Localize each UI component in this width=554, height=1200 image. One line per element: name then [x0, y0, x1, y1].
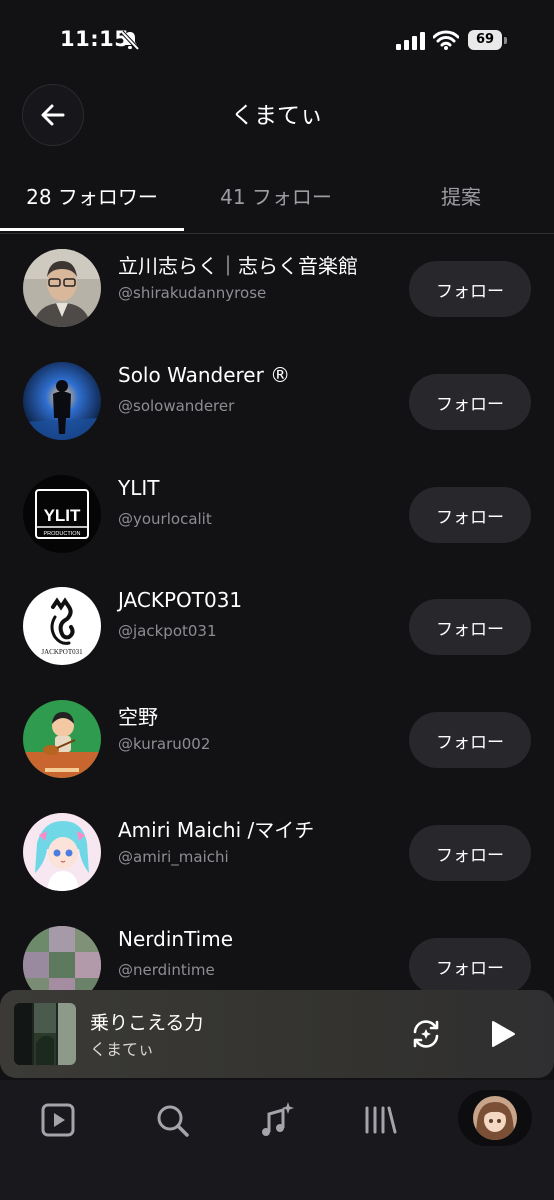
- tab-followers[interactable]: 28 フォロワー: [0, 181, 184, 233]
- avatar: [23, 249, 101, 327]
- user-name: 立川志らく｜志らく音楽館: [118, 254, 358, 278]
- tab-following[interactable]: 41 フォロー: [184, 181, 368, 233]
- avatar: [23, 813, 101, 891]
- wifi-icon: [433, 30, 459, 50]
- tab-suggestions[interactable]: 提案: [368, 181, 554, 233]
- user-name: Solo Wanderer ®: [118, 363, 291, 387]
- list-item[interactable]: JACKPOT031 JACKPOT031 @jackpot031 フォロー: [0, 587, 554, 699]
- list-item[interactable]: YLIT PRODUCTION YLIT @yourlocalit フォロー: [0, 475, 554, 587]
- signal-icon: [396, 32, 425, 50]
- user-handle: @solowanderer: [118, 397, 235, 415]
- user-name: YLIT: [118, 476, 160, 500]
- avatar: JACKPOT031: [23, 587, 101, 665]
- user-handle: @jackpot031: [118, 622, 217, 640]
- battery-level: 69: [468, 30, 502, 50]
- song-artist: くまてぃ: [90, 1040, 155, 1059]
- tab-active-indicator: [0, 228, 184, 231]
- user-name: JACKPOT031: [118, 588, 243, 612]
- follow-button[interactable]: フォロー: [409, 938, 531, 994]
- avatar: [23, 362, 101, 440]
- bell-slash-icon: [120, 30, 140, 51]
- jackpot-logo-text: JACKPOT031: [41, 648, 83, 656]
- play-icon[interactable]: [484, 1016, 520, 1052]
- album-art: [14, 1003, 76, 1065]
- autoplay-icon[interactable]: [408, 1016, 444, 1052]
- follow-button[interactable]: フォロー: [409, 374, 531, 430]
- mini-player[interactable]: 乗りこえる力 くまてぃ: [0, 990, 554, 1078]
- song-title: 乗りこえる力: [90, 1012, 204, 1034]
- user-handle: @kuraru002: [118, 735, 211, 753]
- list-item[interactable]: 空野 @kuraru002 フォロー: [0, 700, 554, 812]
- follow-button[interactable]: フォロー: [409, 261, 531, 317]
- follow-button[interactable]: フォロー: [409, 825, 531, 881]
- follow-button[interactable]: フォロー: [409, 599, 531, 655]
- status-bar: 11:15 69: [0, 0, 554, 80]
- list-item[interactable]: 立川志らく｜志らく音楽館 @shirakudannyrose フォロー: [0, 249, 554, 361]
- create-music-icon[interactable]: [256, 1100, 296, 1140]
- home-play-icon[interactable]: [38, 1100, 78, 1140]
- library-icon[interactable]: [360, 1100, 400, 1140]
- profile-avatar-button[interactable]: [458, 1090, 532, 1146]
- user-handle: @nerdintime: [118, 961, 215, 979]
- list-item[interactable]: Solo Wanderer ® @solowanderer フォロー: [0, 362, 554, 474]
- avatar: [23, 700, 101, 778]
- user-handle: @shirakudannyrose: [118, 284, 267, 302]
- user-name: Amiri Maichi /マイチ: [118, 818, 315, 842]
- page-title: くまてぃ: [231, 103, 323, 129]
- follow-button[interactable]: フォロー: [409, 487, 531, 543]
- list-item[interactable]: Amiri Maichi /マイチ @amiri_maichi フォロー: [0, 813, 554, 925]
- user-handle: @yourlocalit: [118, 510, 212, 528]
- ylit-logo-sub: PRODUCTION: [44, 531, 81, 537]
- avatar: YLIT PRODUCTION: [23, 475, 101, 553]
- avatar: [473, 1096, 517, 1140]
- follow-button[interactable]: フォロー: [409, 712, 531, 768]
- user-name: 空野: [118, 705, 158, 729]
- user-handle: @amiri_maichi: [118, 848, 229, 866]
- battery-icon: 69: [468, 30, 508, 52]
- user-name: NerdinTime: [118, 927, 234, 951]
- ylit-logo-text: YLIT: [44, 506, 81, 525]
- tab-bar: 28 フォロワー 41 フォロー 提案: [0, 165, 554, 234]
- bottom-nav: [0, 1080, 554, 1200]
- search-icon[interactable]: [152, 1100, 192, 1140]
